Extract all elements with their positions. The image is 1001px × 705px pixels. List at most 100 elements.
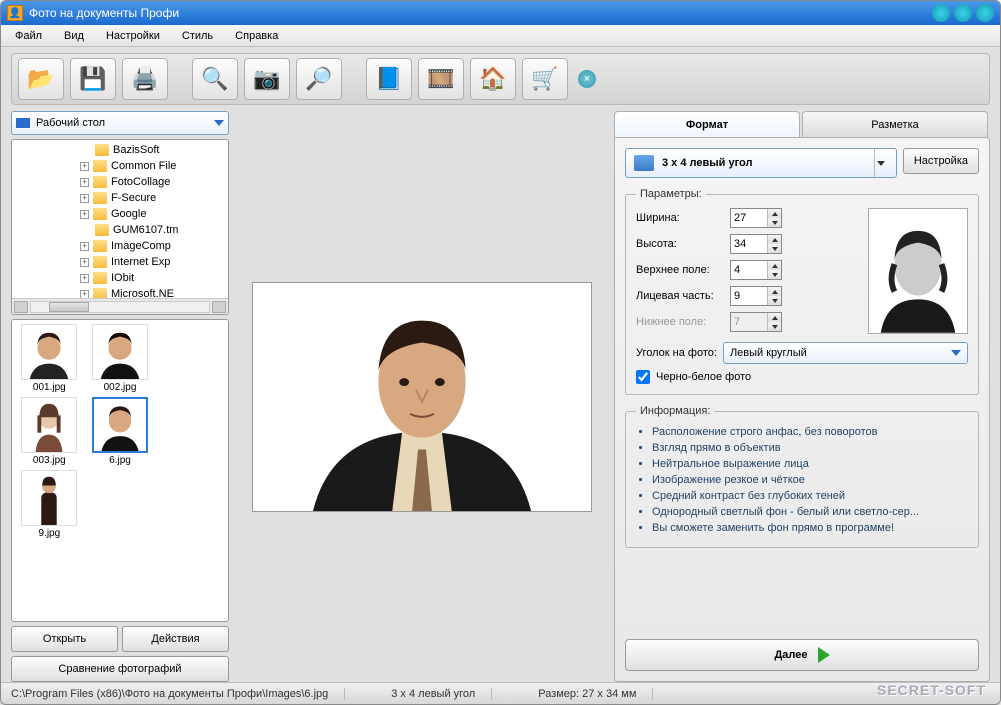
bw-label: Черно-белое фото [656, 371, 751, 383]
desktop-icon [16, 118, 30, 128]
titlebar: 👤 Фото на документы Профи [1, 1, 1000, 25]
top-margin-label: Верхнее поле: [636, 264, 726, 276]
scroll-thumb[interactable] [49, 302, 89, 312]
menu-settings[interactable]: Настройки [102, 28, 164, 44]
folder-icon [93, 160, 107, 172]
thumbnail-item[interactable]: 002.jpg [87, 324, 154, 393]
tree-label: FotoCollage [111, 176, 170, 188]
zoom-person-icon[interactable]: 🔍 [192, 58, 238, 100]
folder-icon [95, 144, 109, 156]
preview-area [239, 111, 604, 682]
bottom-margin-label: Нижнее поле: [636, 316, 726, 328]
cart-icon[interactable]: 🛒 [522, 58, 568, 100]
thumbnail-image [92, 397, 148, 453]
tree-expand-icon[interactable]: + [80, 242, 89, 251]
info-item: Изображение резкое и чёткое [652, 473, 968, 489]
print-icon[interactable]: 🖨️ [122, 58, 168, 100]
folder-tree[interactable]: BazisSoft + Common File + FotoCollage +F-Secu… [11, 139, 229, 315]
status-path: C:\Program Files (x86)\Фото на документы… [11, 688, 345, 700]
tree-item[interactable]: + IObit [80, 270, 228, 286]
width-label: Ширина: [636, 212, 726, 224]
scroll-track[interactable] [30, 301, 210, 313]
menubar: Файл Вид Настройки Стиль Справка [1, 25, 1000, 47]
tree-item[interactable]: +Google [80, 206, 228, 222]
tree-label: ImageComp [111, 240, 171, 252]
tree-label: Internet Exp [111, 256, 170, 268]
location-combo-label: Рабочий стол [36, 117, 214, 129]
home-icon[interactable]: 🏠 [470, 58, 516, 100]
thumbnail-label: 003.jpg [33, 455, 66, 466]
thumbnail-item[interactable]: 003.jpg [16, 397, 83, 466]
thumbnail-image [21, 397, 77, 453]
tree-item[interactable]: + Internet Exp [80, 254, 228, 270]
tree-label: GUM6107.tm [113, 224, 178, 236]
thumbnail-label: 001.jpg [33, 382, 66, 393]
menu-view[interactable]: Вид [60, 28, 88, 44]
menu-file[interactable]: Файл [11, 28, 46, 44]
tree-item[interactable]: BazisSoft [80, 142, 228, 158]
thumbnail-image [21, 324, 77, 380]
chevron-down-icon [874, 149, 888, 177]
maximize-button[interactable] [954, 4, 972, 22]
width-spinner[interactable] [730, 208, 782, 228]
thumbnail-image [92, 324, 148, 380]
info-item: Взгляд прямо в объектив [652, 441, 968, 457]
tree-item[interactable]: +F-Secure [80, 190, 228, 206]
tree-expand-icon[interactable]: + [80, 290, 89, 299]
format-preset-combo[interactable]: 3 x 4 левый угол [625, 148, 897, 178]
thumbnail-item[interactable]: 9.jpg [16, 470, 83, 539]
tree-label: BazisSoft [113, 144, 159, 156]
tree-label: Common File [111, 160, 176, 172]
close-button[interactable] [976, 4, 994, 22]
info-legend: Информация: [636, 405, 714, 417]
thumbnail-item[interactable]: 001.jpg [16, 324, 83, 393]
tree-item[interactable]: + ImageComp [80, 238, 228, 254]
minimize-button[interactable] [932, 4, 950, 22]
tree-item[interactable]: + FotoCollage [80, 174, 228, 190]
tree-item[interactable]: GUM6107.tm [80, 222, 228, 238]
actions-button[interactable]: Действия [122, 626, 229, 652]
scroll-right-arrow[interactable] [212, 301, 226, 313]
tree-expand-icon[interactable]: + [80, 162, 89, 171]
tree-item[interactable]: + Common File [80, 158, 228, 174]
tab-format[interactable]: Формат [614, 111, 800, 137]
tree-expand-icon[interactable]: + [80, 178, 89, 187]
tree-expand-icon[interactable]: + [80, 210, 89, 219]
top-margin-spinner[interactable] [730, 260, 782, 280]
format-settings-button[interactable]: Настройка [903, 148, 979, 174]
folder-icon [93, 256, 107, 268]
open-folder-icon[interactable]: 📂 [18, 58, 64, 100]
location-combo[interactable]: Рабочий стол [11, 111, 229, 135]
bw-checkbox[interactable] [636, 370, 650, 384]
menu-help[interactable]: Справка [231, 28, 282, 44]
thumbnail-item[interactable]: 6.jpg [87, 397, 154, 466]
tree-expand-icon[interactable]: + [80, 194, 89, 203]
parameters-legend: Параметры: [636, 188, 706, 200]
thumbnail-image [21, 470, 77, 526]
zoom-image-icon[interactable]: 🔎 [296, 58, 342, 100]
compare-button[interactable]: Сравнение фотографий [11, 656, 229, 682]
photo-preview [252, 282, 592, 512]
tree-expand-icon[interactable]: + [80, 258, 89, 267]
video-icon[interactable]: 🎞️ [418, 58, 464, 100]
tree-item[interactable]: +Microsoft.NE [80, 286, 228, 298]
tab-markup[interactable]: Разметка [802, 111, 988, 137]
next-button[interactable]: Далее [625, 639, 979, 671]
info-item: Однородный светлый фон - белый или светл… [652, 505, 968, 521]
menu-style[interactable]: Стиль [178, 28, 217, 44]
tree-label: IObit [111, 272, 134, 284]
close-toolbar-icon[interactable]: × [578, 70, 596, 88]
window-title: Фото на документы Профи [29, 6, 932, 20]
save-icon[interactable]: 💾 [70, 58, 116, 100]
scroll-left-arrow[interactable] [14, 301, 28, 313]
info-item: Нейтральное выражение лица [652, 457, 968, 473]
open-button[interactable]: Открыть [11, 626, 118, 652]
folder-icon [93, 192, 107, 204]
height-spinner[interactable] [730, 234, 782, 254]
corner-select[interactable]: Левый круглый [723, 342, 968, 364]
camera-icon[interactable]: 📷 [244, 58, 290, 100]
folder-icon [93, 272, 107, 284]
tree-expand-icon[interactable]: + [80, 274, 89, 283]
help-book-icon[interactable]: 📘 [366, 58, 412, 100]
face-part-spinner[interactable] [730, 286, 782, 306]
